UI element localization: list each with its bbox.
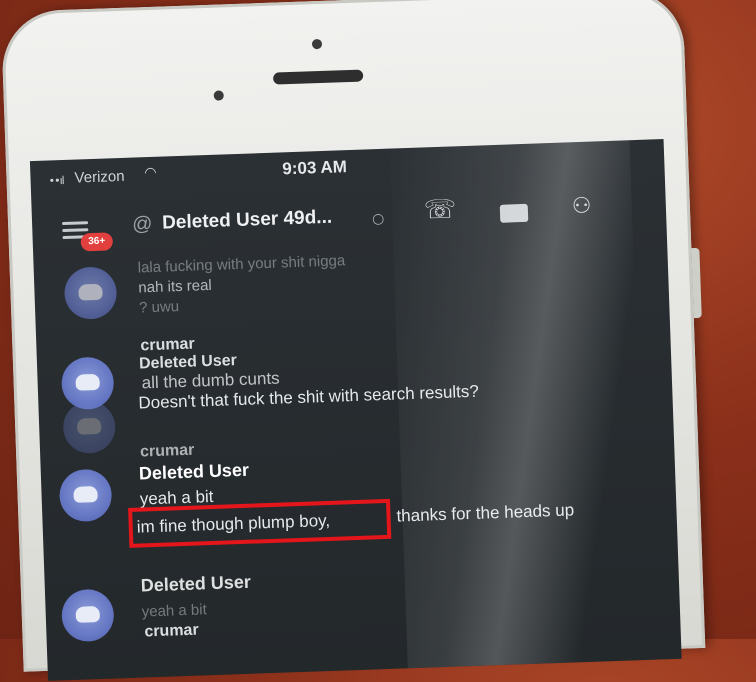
ghost-message: nah its real [138,276,213,297]
avatar[interactable] [63,266,118,321]
status-indicator: ○ [371,210,385,228]
message-text: yeah a bit [141,601,208,621]
video-icon[interactable] [499,203,529,223]
front-camera [311,38,323,50]
dm-title: Deleted User 49d... [161,206,333,234]
phone-screen: ••ıl Verizon ◠ 9:03 AM 36+ @ Deleted Use… [29,139,682,681]
at-icon: @ [131,212,153,236]
avatar[interactable] [60,588,115,643]
unread-badge: 36+ [80,232,114,252]
earpiece-speaker [272,69,364,85]
call-icon[interactable]: ☏ [423,194,457,225]
ghost-message: lala fucking with your shit nigga [137,252,346,277]
username[interactable]: Deleted User [140,572,251,597]
username[interactable]: crumar [144,622,199,642]
side-button [691,247,702,319]
username[interactable]: crumar [140,336,195,356]
username[interactable]: crumar [140,442,195,462]
avatar[interactable] [58,468,113,523]
wifi-icon: ◠ [144,164,157,182]
photo-scene: ••ıl Verizon ◠ 9:03 AM 36+ @ Deleted Use… [0,0,756,681]
phone-body: ••ıl Verizon ◠ 9:03 AM 36+ @ Deleted Use… [0,0,706,681]
members-icon[interactable]: ⚇ [571,194,592,220]
avatar[interactable] [62,400,117,455]
ghost-message: ? uwu [138,298,180,317]
username[interactable]: Deleted User [139,460,250,485]
status-time: 9:03 AM [282,157,348,179]
proximity-sensor [213,90,224,101]
message-text: thanks for the heads up [396,500,575,526]
message-list[interactable]: lala fucking with your shit nigga nah it… [33,239,681,681]
carrier-label: Verizon [74,167,125,187]
signal-icon: ••ıl [48,174,64,188]
